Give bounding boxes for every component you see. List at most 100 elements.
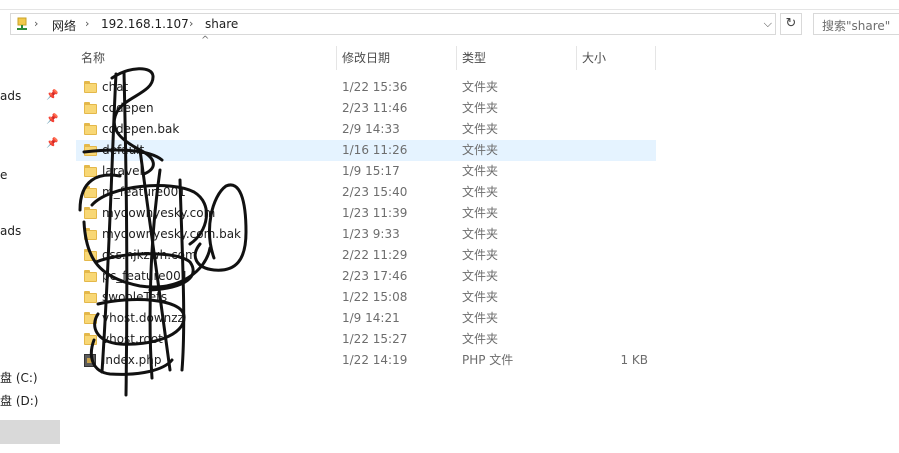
pin-icon[interactable]: 📌 bbox=[46, 138, 58, 149]
file-row[interactable]: oss.njkzwh.com 2/22 11:29 文件夹 bbox=[76, 245, 656, 266]
file-modified-date: 2/22 11:29 bbox=[342, 248, 408, 262]
file-type: 文件夹 bbox=[462, 269, 499, 283]
nav-item-drive-d[interactable]: 盘 (D:) bbox=[0, 392, 38, 409]
file-row[interactable]: swooleTets 1/22 15:08 文件夹 bbox=[76, 287, 656, 308]
file-name: mydownyesky.com bbox=[102, 206, 216, 220]
file-type: 文件夹 bbox=[462, 332, 499, 346]
address-bar[interactable]: › 网络 › 192.168.1.107 › share ⌵ bbox=[10, 13, 776, 35]
column-header-type[interactable]: 类型 bbox=[457, 44, 576, 72]
chevron-down-icon[interactable]: ⌵ bbox=[764, 17, 772, 31]
file-row[interactable]: mydownyesky.com.bak 1/23 9:33 文件夹 bbox=[76, 224, 656, 245]
window-top-edge bbox=[0, 0, 899, 10]
breadcrumb-separator[interactable]: › bbox=[85, 17, 89, 30]
file-type: 文件夹 bbox=[462, 206, 499, 220]
file-row[interactable]: vhost.downzz 1/9 14:21 文件夹 bbox=[76, 308, 656, 329]
nav-item-e[interactable]: e bbox=[0, 168, 7, 182]
file-type: PHP 文件 bbox=[462, 353, 514, 367]
file-name: chat bbox=[102, 80, 129, 94]
nav-item-drive-c[interactable]: 盘 (C:) bbox=[0, 369, 38, 386]
file-modified-date: 1/23 11:39 bbox=[342, 206, 408, 220]
folder-icon bbox=[84, 312, 97, 324]
file-type: 文件夹 bbox=[462, 101, 499, 115]
file-name: m_feature001 bbox=[102, 185, 186, 199]
file-row[interactable]: codepen.bak 2/9 14:33 文件夹 bbox=[76, 119, 656, 140]
folder-icon bbox=[84, 291, 97, 303]
column-header-name[interactable]: 名称 bbox=[76, 44, 336, 72]
file-modified-date: 1/22 15:27 bbox=[342, 332, 408, 346]
file-row[interactable]: pc_feature001 2/23 17:46 文件夹 bbox=[76, 266, 656, 287]
file-row[interactable]: chat 1/22 15:36 文件夹 bbox=[76, 77, 656, 98]
pin-icon[interactable]: 📌 bbox=[46, 114, 58, 125]
file-type: 文件夹 bbox=[462, 185, 499, 199]
folder-icon bbox=[84, 123, 97, 135]
folder-icon bbox=[84, 333, 97, 345]
file-row[interactable]: mydownyesky.com 1/23 11:39 文件夹 bbox=[76, 203, 656, 224]
file-name: laravel bbox=[102, 164, 143, 178]
file-name: vhost.root bbox=[102, 332, 163, 346]
folder-icon bbox=[84, 249, 97, 261]
file-modified-date: 1/9 15:17 bbox=[342, 164, 400, 178]
column-headers: ^ 名称 修改日期 类型 大小 bbox=[76, 35, 656, 72]
file-name: oss.njkzwh.com bbox=[102, 248, 197, 262]
file-modified-date: 2/23 17:46 bbox=[342, 269, 408, 283]
file-type: 文件夹 bbox=[462, 311, 499, 325]
nav-item-downloads[interactable]: ads bbox=[0, 89, 21, 103]
folder-icon bbox=[84, 102, 97, 114]
file-modified-date: 1/23 9:33 bbox=[342, 227, 400, 241]
navigation-pane: ads 📌 📌 📌 e ads 盘 (C:) 盘 (D:) bbox=[0, 42, 62, 453]
network-icon bbox=[17, 17, 27, 30]
breadcrumb-share[interactable]: share bbox=[205, 17, 238, 31]
nav-item-downloads-2[interactable]: ads bbox=[0, 224, 21, 238]
file-row[interactable]: laravel 1/9 15:17 文件夹 bbox=[76, 161, 656, 182]
file-type: 文件夹 bbox=[462, 80, 499, 94]
file-modified-date: 1/16 11:26 bbox=[342, 143, 408, 157]
breadcrumb-host[interactable]: 192.168.1.107 bbox=[101, 17, 189, 31]
file-name: swooleTets bbox=[102, 290, 168, 304]
file-type: 文件夹 bbox=[462, 143, 499, 157]
file-modified-date: 1/9 14:21 bbox=[342, 311, 400, 325]
file-size: 1 KB bbox=[620, 353, 648, 367]
breadcrumb-separator[interactable]: › bbox=[34, 17, 38, 30]
search-input[interactable]: 搜索"share" bbox=[813, 13, 899, 35]
file-modified-date: 1/22 15:36 bbox=[342, 80, 408, 94]
breadcrumb-separator[interactable]: › bbox=[189, 17, 193, 30]
folder-icon bbox=[84, 165, 97, 177]
file-name: codepen.bak bbox=[102, 122, 180, 136]
column-header-size[interactable]: 大小 bbox=[577, 44, 655, 72]
column-divider[interactable] bbox=[655, 46, 656, 70]
folder-icon bbox=[84, 270, 97, 282]
column-header-date[interactable]: 修改日期 bbox=[337, 44, 456, 72]
file-row[interactable]: index.php 1/22 14:19 PHP 文件 1 KB bbox=[76, 350, 656, 371]
file-modified-date: 2/9 14:33 bbox=[342, 122, 400, 136]
refresh-button[interactable]: ↻ bbox=[780, 13, 802, 35]
file-name: default bbox=[102, 143, 145, 157]
file-modified-date: 2/23 15:40 bbox=[342, 185, 408, 199]
file-name: mydownyesky.com.bak bbox=[102, 227, 241, 241]
pin-icon[interactable]: 📌 bbox=[46, 90, 58, 101]
file-type: 文件夹 bbox=[462, 164, 499, 178]
file-type: 文件夹 bbox=[462, 248, 499, 262]
folder-icon bbox=[84, 144, 97, 156]
folder-icon bbox=[84, 186, 97, 198]
file-list: chat 1/22 15:36 文件夹 codepen 2/23 11:46 文件夹 cod… bbox=[76, 77, 656, 371]
folder-icon bbox=[84, 207, 97, 219]
file-type: 文件夹 bbox=[462, 290, 499, 304]
file-type: 文件夹 bbox=[462, 122, 499, 136]
file-row[interactable]: default 1/16 11:26 文件夹 bbox=[76, 140, 656, 161]
php-file-icon bbox=[84, 354, 97, 367]
file-name: vhost.downzz bbox=[102, 311, 184, 325]
file-name: codepen bbox=[102, 101, 154, 115]
file-name: index.php bbox=[102, 353, 162, 367]
file-modified-date: 2/23 11:46 bbox=[342, 101, 408, 115]
file-type: 文件夹 bbox=[462, 227, 499, 241]
file-row[interactable]: vhost.root 1/22 15:27 文件夹 bbox=[76, 329, 656, 350]
file-row[interactable]: m_feature001 2/23 15:40 文件夹 bbox=[76, 182, 656, 203]
file-modified-date: 1/22 14:19 bbox=[342, 353, 408, 367]
nav-selected-item[interactable] bbox=[0, 420, 60, 444]
breadcrumb-network[interactable]: 网络 bbox=[52, 17, 76, 34]
file-name: pc_feature001 bbox=[102, 269, 189, 283]
file-modified-date: 1/22 15:08 bbox=[342, 290, 408, 304]
folder-icon bbox=[84, 81, 97, 93]
file-row[interactable]: codepen 2/23 11:46 文件夹 bbox=[76, 98, 656, 119]
folder-icon bbox=[84, 228, 97, 240]
